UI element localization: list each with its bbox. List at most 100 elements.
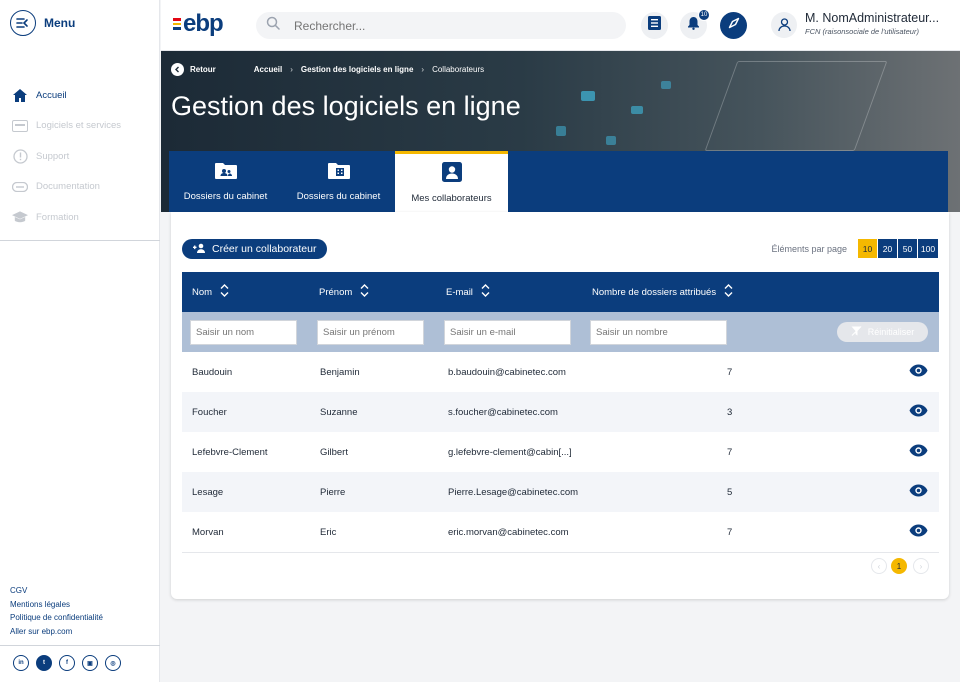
compass-icon (727, 16, 741, 35)
sidebar: Menu Accueil Logiciels et services Suppo… (0, 0, 160, 682)
linkedin-icon[interactable]: in (13, 655, 29, 671)
per-page-option-20[interactable]: 20 (878, 239, 897, 258)
sidebar-item-logiciels[interactable]: Logiciels et services (0, 111, 160, 142)
previous-page-button[interactable]: ‹ (871, 558, 887, 574)
filter-nom-input[interactable] (190, 320, 297, 345)
tab-dossiers-cabinet-2[interactable]: Dossiers du cabinet (282, 151, 395, 212)
per-page-label: Éléments par page (771, 243, 847, 254)
cell-nom: Baudouin (192, 366, 233, 378)
list-icon (648, 16, 661, 35)
list-button[interactable] (641, 12, 668, 39)
column-header-email[interactable]: E-mail (446, 272, 490, 312)
per-page-option-50[interactable]: 50 (898, 239, 917, 258)
sidebar-item-accueil[interactable]: Accueil (0, 80, 160, 111)
filter-clear-icon (851, 326, 862, 338)
table-row: Baudouin Benjamin b.baudouin@cabinetec.c… (182, 352, 939, 392)
column-header-nom[interactable]: Nom (192, 272, 229, 312)
support-icon (12, 148, 28, 164)
cell-email: Pierre.Lesage@cabinetec.com (448, 486, 579, 498)
column-header-prenom[interactable]: Prénom (319, 272, 369, 312)
notification-count-badge: 10 (698, 9, 710, 21)
cell-nom: Morvan (192, 526, 224, 538)
twitter-icon[interactable]: t (36, 655, 52, 671)
tab-label: Dossiers du cabinet (183, 190, 268, 202)
chevron-left-icon: ‹ (877, 561, 881, 571)
sidebar-item-label: Accueil (36, 89, 67, 101)
tab-dossiers-cabinet-1[interactable]: Dossiers du cabinet (169, 151, 282, 212)
tab-label: Dossiers du cabinet (296, 190, 381, 202)
per-page-option-100[interactable]: 100 (918, 239, 938, 258)
back-button[interactable]: Retour (171, 63, 216, 76)
user-menu[interactable]: M. NomAdministrateur... FCN (raisonsocia… (771, 10, 939, 38)
per-page-option-10[interactable]: 10 (858, 239, 877, 258)
tab-mes-collaborateurs[interactable]: Mes collaborateurs (395, 151, 508, 212)
folder-building-icon (327, 162, 351, 183)
chevron-right-icon: › (919, 561, 923, 571)
eye-icon[interactable] (909, 364, 928, 380)
youtube-icon[interactable]: ▣ (82, 655, 98, 671)
breadcrumb-accueil[interactable]: Accueil (254, 65, 282, 74)
cell-nombre: 5 (727, 486, 733, 498)
sidebar-item-label: Support (36, 150, 70, 162)
cell-prenom: Gilbert (320, 446, 348, 458)
ebp-logo[interactable]: ebp (173, 12, 224, 36)
collaborators-card: Créer un collaborateur Éléments par page… (171, 212, 949, 599)
sidebar-item-formation[interactable]: Formation (0, 202, 160, 233)
mentions-legales-link[interactable]: Mentions légales (10, 598, 103, 612)
table-row: Morvan Eric eric.morvan@cabinetec.com 7 (182, 512, 939, 552)
sidebar-divider (0, 645, 160, 646)
eye-icon[interactable] (909, 484, 928, 500)
table-row: Lefebvre-Clement Gilbert g.lefebvre-clem… (182, 432, 939, 472)
collaborators-table: Nom Prénom E-mail Nombre de dossiers att… (182, 272, 939, 552)
column-label: Prénom (319, 286, 353, 298)
social-links: in t f ▣ ◎ (13, 655, 121, 671)
column-header-nombre[interactable]: Nombre de dossiers attribués (592, 272, 733, 312)
banner-decoration (704, 61, 888, 151)
sidebar-nav: Accueil Logiciels et services Support Do… (0, 80, 160, 233)
sidebar-item-support[interactable]: Support (0, 141, 160, 172)
banner-decoration (556, 126, 566, 136)
filter-nombre-input[interactable] (590, 320, 727, 345)
filter-email-input[interactable] (444, 320, 571, 345)
sidebar-item-label: Logiciels et services (36, 120, 122, 132)
breadcrumb-gestion[interactable]: Gestion des logiciels en ligne (301, 65, 413, 74)
privacy-policy-link[interactable]: Politique de confidentialité (10, 611, 103, 625)
compass-button[interactable] (720, 12, 747, 39)
cell-email: s.foucher@cabinetec.com (448, 406, 558, 418)
next-page-button[interactable]: › (913, 558, 929, 574)
create-collaborator-label: Créer un collaborateur (212, 243, 317, 255)
menu-toggle-button[interactable]: Menu (10, 10, 75, 36)
facebook-icon[interactable]: f (59, 655, 75, 671)
search-input[interactable] (294, 18, 594, 33)
folder-users-icon (214, 162, 238, 183)
reset-filters-button[interactable]: Réinitialiser (837, 322, 928, 342)
cell-nombre: 7 (727, 446, 733, 458)
page-button-current[interactable]: 1 (891, 558, 907, 574)
pagination: ‹ 1 › (182, 552, 939, 578)
column-label: Nom (192, 286, 213, 298)
page-banner: Retour Accueil › Gestion des logiciels e… (161, 51, 960, 212)
create-collaborator-button[interactable]: Créer un collaborateur (182, 239, 328, 259)
services-icon (12, 118, 28, 134)
eye-icon[interactable] (909, 444, 928, 460)
eye-icon[interactable] (909, 404, 928, 420)
sidebar-item-documentation[interactable]: Documentation (0, 172, 160, 203)
tab-bar: Dossiers du cabinet Dossiers du cabinet … (169, 151, 948, 212)
ebp-site-link[interactable]: Aller sur ebp.com (10, 625, 103, 639)
cell-prenom: Benjamin (320, 366, 360, 378)
cgv-link[interactable]: CGV (10, 584, 103, 598)
filter-prenom-input[interactable] (317, 320, 424, 345)
documentation-icon (12, 179, 28, 195)
user-avatar-icon (771, 12, 797, 38)
per-page-selector: Éléments par page 10 20 50 100 (771, 239, 938, 258)
breadcrumb: Retour Accueil › Gestion des logiciels e… (171, 63, 484, 76)
sort-icon (481, 284, 490, 300)
table-row: Foucher Suzanne s.foucher@cabinetec.com … (182, 392, 939, 432)
eye-icon[interactable] (909, 524, 928, 540)
cell-nom: Lefebvre-Clement (192, 446, 268, 458)
user-organisation: FCN (raisonsociale de l'utilisateur) (805, 27, 919, 36)
instagram-icon[interactable]: ◎ (105, 655, 121, 671)
reset-label: Réinitialiser (867, 327, 915, 337)
notifications-button[interactable]: 10 (680, 9, 710, 39)
column-label: Nombre de dossiers attribués (592, 286, 717, 298)
